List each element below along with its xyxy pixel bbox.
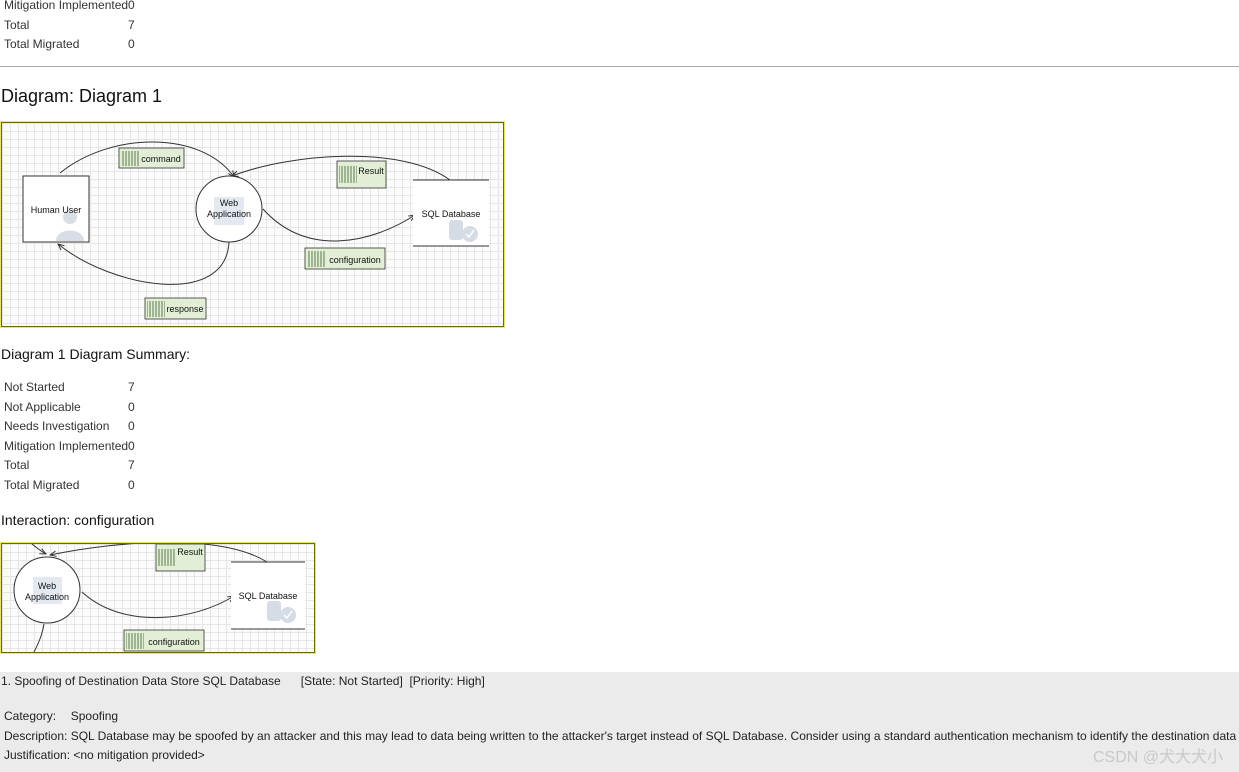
interaction-svg: Web Application SQL Database Result conf… [13, 544, 305, 652]
web-app-label-line2: Application [25, 592, 69, 602]
category-value: Spoofing [70, 709, 119, 723]
diagram-summary-heading: Diagram 1 Diagram Summary: [1, 346, 191, 362]
flow-label-configuration[interactable]: configuration [304, 247, 386, 270]
human-user-node[interactable]: Human User [22, 175, 90, 243]
summary-label: Needs Investigation [4, 419, 110, 433]
summary-value: 0 [128, 399, 135, 414]
sql-database-node[interactable]: SQL Database [231, 561, 305, 630]
summary-row: Needs Investigation 0 [4, 417, 148, 437]
sql-database-label: SQL Database [239, 591, 298, 601]
web-application-node[interactable]: Web Application [195, 175, 263, 243]
summary-label: Mitigation Implemented [4, 438, 129, 453]
description-value: SQL Database may be spoofed by an attack… [70, 729, 1239, 743]
interaction-canvas: Web Application SQL Database Result conf… [0, 542, 316, 654]
summary-value: 0 [128, 419, 135, 433]
threat-item: 1. Spoofing of Destination Data Store SQ… [0, 672, 1239, 772]
top-summary-table: Mitigation Implemented 0 Total 7 Total M… [4, 0, 148, 55]
threat-title: 1. Spoofing of Destination Data Store SQ… [1, 674, 485, 688]
threat-justification-line: Justification: <no mitigation provided> [4, 748, 205, 762]
web-application-node[interactable]: Web Application [13, 556, 81, 624]
section-divider [0, 66, 1239, 67]
summary-value: 0 [128, 438, 135, 453]
flow-label-configuration-text: configuration [148, 637, 200, 647]
diagram-heading: Diagram: Diagram 1 [1, 86, 163, 106]
summary-row: Total 7 [4, 16, 148, 36]
flow-label-result-text: Result [177, 547, 203, 557]
justification-label: Justification: [4, 748, 71, 762]
flow-label-result[interactable]: Result [155, 544, 206, 572]
flow-label-result[interactable]: Result [336, 160, 387, 189]
summary-row: Total Migrated 0 [4, 35, 148, 55]
flow-configuration-arrow[interactable] [262, 208, 415, 242]
flow-configuration-arrow[interactable] [81, 591, 234, 619]
summary-row: Mitigation Implemented 0 [4, 437, 148, 457]
summary-row: Not Started 7 [4, 378, 148, 398]
threat-category-line: Category: Spoofing [4, 709, 118, 723]
sql-database-label: SQL Database [422, 209, 481, 219]
web-app-label-line1: Web [220, 198, 238, 208]
summary-value: 0 [128, 37, 135, 51]
flow-label-result-text: Result [358, 166, 384, 176]
summary-row: Mitigation Implemented 0 [4, 0, 148, 16]
diagram-canvas: Human User Web Application SQL Database … [0, 121, 505, 328]
summary-value: 0 [128, 477, 135, 492]
summary-label: Total Migrated [4, 477, 80, 492]
flow-label-configuration-text: configuration [329, 255, 381, 265]
summary-row: Total Migrated 0 [4, 476, 148, 496]
summary-value: 7 [128, 458, 135, 472]
description-label: Description: [4, 729, 68, 743]
summary-value: 7 [128, 380, 135, 394]
justification-value: <no mitigation provided> [73, 748, 205, 762]
summary-label: Mitigation Implemented [4, 0, 129, 12]
flow-response-arrow[interactable] [58, 240, 230, 285]
web-app-label-line1: Web [38, 581, 56, 591]
summary-label: Total Migrated [4, 37, 80, 51]
diagram-svg: Human User Web Application SQL Database … [22, 141, 489, 320]
flow-incoming-arrow[interactable] [31, 544, 46, 554]
summary-label: Not Started [4, 380, 65, 394]
summary-value: 0 [128, 0, 135, 12]
summary-label: Not Applicable [4, 399, 81, 414]
human-user-label: Human User [31, 205, 82, 215]
flow-label-response[interactable]: response [144, 297, 207, 320]
threat-description-line: Description: SQL Database may be spoofed… [4, 729, 1239, 743]
flow-label-command[interactable]: command [118, 147, 185, 169]
summary-value: 7 [128, 17, 135, 32]
flow-label-command-text: command [141, 154, 181, 164]
interaction-heading: Interaction: configuration [1, 512, 155, 528]
sql-database-node[interactable]: SQL Database [413, 179, 489, 247]
summary-label: Total [4, 458, 30, 472]
watermark: CSDN @犬大犬小 [1092, 749, 1223, 766]
web-app-label-line2: Application [207, 209, 251, 219]
summary-row: Total 7 [4, 456, 148, 476]
flow-label-response-text: response [166, 304, 203, 314]
flow-response-arrow[interactable] [33, 623, 45, 652]
category-label: Category: [4, 709, 57, 723]
diagram-summary-table: Not Started 7 Not Applicable 0 Needs Inv… [4, 378, 148, 495]
flow-label-configuration[interactable]: configuration [123, 629, 205, 652]
summary-row: Not Applicable 0 [4, 398, 148, 418]
summary-label: Total [4, 17, 30, 32]
